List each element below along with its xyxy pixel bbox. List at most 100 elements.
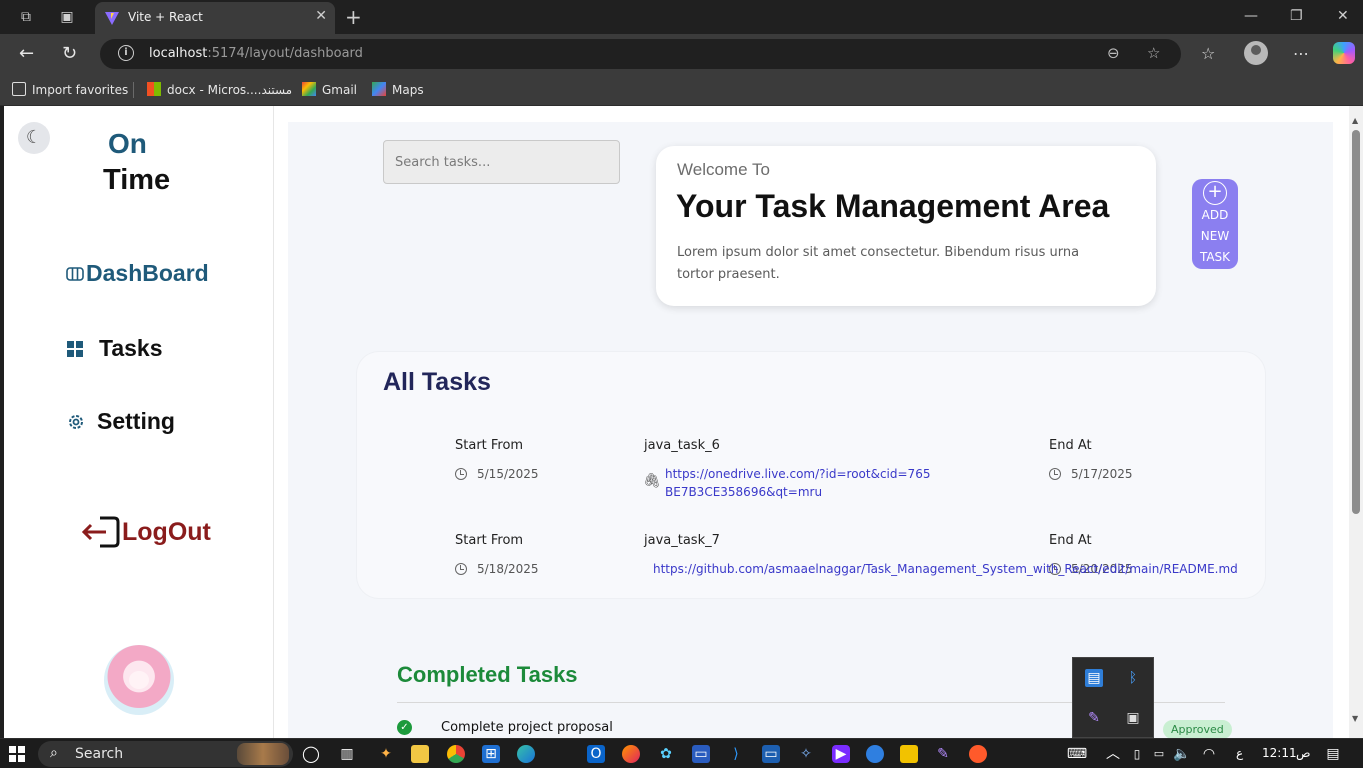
clock-time[interactable]: 12:11 — [1262, 746, 1297, 760]
page-title: Your Task Management Area — [676, 188, 1110, 224]
more-options-icon[interactable]: ⋯ — [1293, 44, 1309, 63]
language-indicator[interactable]: ع — [1236, 746, 1243, 760]
list-item[interactable]: ✓ Complete project proposal — [397, 720, 613, 735]
restore-icon[interactable]: ❐ — [1290, 8, 1303, 24]
dark-mode-toggle-icon[interactable]: ☾ — [18, 122, 50, 154]
outlook-icon[interactable]: O — [587, 745, 605, 763]
power-bi-icon[interactable] — [900, 745, 918, 763]
add-new-task-button[interactable]: + ADD NEW TASK — [1192, 179, 1238, 269]
scroll-down-icon[interactable]: ▼ — [1352, 714, 1358, 723]
welcome-card: Welcome To Your Task Management Area Lor… — [656, 146, 1156, 306]
favorite-docx[interactable]: docx - Micros....مستند — [147, 82, 292, 97]
address-field[interactable]: i localhost:5174/layout/dashboard ⊖ ☆ — [100, 39, 1181, 69]
page-scrollbar[interactable]: ▲ ▼ — [1349, 106, 1363, 738]
file-explorer-icon[interactable] — [411, 745, 429, 763]
minimize-icon[interactable]: — — [1244, 8, 1258, 24]
display-app-icon[interactable]: ▣ — [1124, 709, 1142, 727]
vscode-icon[interactable]: ⟩ — [727, 745, 745, 763]
search-input[interactable] — [383, 140, 620, 184]
scroll-up-icon[interactable]: ▲ — [1352, 116, 1358, 125]
taskbar-search[interactable]: ⌕ Search — [38, 741, 293, 767]
window-close-icon[interactable]: ✕ — [1337, 8, 1349, 24]
plus-icon: + — [1203, 181, 1227, 205]
start-label: Start From — [455, 533, 524, 548]
app-icon[interactable]: ✿ — [657, 745, 675, 763]
gmail-icon — [302, 82, 316, 96]
favorite-star-icon[interactable]: ☆ — [1147, 44, 1160, 62]
edge-icon[interactable] — [517, 745, 535, 763]
profile-avatar[interactable] — [1244, 41, 1268, 65]
feather-app-icon[interactable]: ✎ — [934, 745, 952, 763]
workspaces-icon[interactable]: ⧉ — [17, 8, 35, 26]
logo-line-1: On — [108, 128, 147, 159]
tray-overflow-popup: ▤ ᛒ ✎ ▣ — [1072, 657, 1154, 738]
search-icon: ⌕ — [50, 745, 58, 761]
widgets-icon[interactable]: ▥ — [338, 745, 356, 763]
brave-icon[interactable] — [969, 745, 987, 763]
logout-button[interactable]: LogOut — [80, 514, 211, 550]
task-link[interactable]: https://onedrive.live.com/?id=root&cid=7… — [665, 465, 935, 501]
tab-close-icon[interactable]: ✕ — [315, 8, 327, 24]
end-label: End At — [1049, 438, 1092, 453]
microsoft-icon — [147, 82, 161, 96]
scroll-thumb[interactable] — [1352, 130, 1360, 514]
new-tab-button[interactable]: + — [345, 5, 362, 29]
task-name[interactable]: java_task_6 — [644, 438, 720, 453]
app-window-icon[interactable]: ▭ — [762, 745, 780, 763]
sidebar-item-dashboard[interactable]: DashBoard — [66, 260, 209, 287]
app-window-icon[interactable]: ▭ — [692, 745, 710, 763]
device-icon[interactable]: ▯ — [1128, 745, 1146, 763]
sidebar-item-label: Setting — [97, 408, 175, 434]
browser-tab[interactable]: Vite + React ✕ — [95, 2, 335, 34]
battery-icon[interactable]: ▭ — [1150, 745, 1168, 763]
show-hidden-icons-chevron-icon[interactable]: ︿ — [1104, 745, 1122, 763]
clock-ampm: ص — [1296, 746, 1311, 760]
sidebar-item-setting[interactable]: Setting — [66, 408, 175, 435]
chrome-icon[interactable] — [447, 745, 465, 763]
sidebar-item-label: DashBoard — [86, 260, 209, 286]
site-info-icon[interactable]: i — [118, 45, 134, 61]
page-viewport: ☾ On Time DashBoard Tasks Setting LogOut… — [0, 106, 1363, 738]
notifications-icon[interactable]: ▤ — [1324, 745, 1342, 763]
favorite-import[interactable]: Import favorites — [12, 82, 128, 97]
copilot-icon[interactable] — [1333, 42, 1355, 64]
vertical-tabs-icon[interactable]: ▣ — [58, 8, 76, 26]
favorite-maps[interactable]: Maps — [372, 82, 424, 97]
favorites-icon[interactable]: ☆ — [1201, 44, 1215, 63]
sidebar-item-tasks[interactable]: Tasks — [66, 335, 163, 362]
end-date-text: 5/17/2025 — [1071, 467, 1133, 481]
favorite-label: docx - Micros....مستند — [167, 83, 293, 97]
volume-icon[interactable]: 🔈 — [1173, 745, 1191, 763]
feather-app-icon[interactable]: ✎ — [1085, 709, 1103, 727]
task-link[interactable]: https://github.com/asmaaelnaggar/Task_Ma… — [653, 560, 1238, 578]
store-icon[interactable]: ⊞ — [482, 745, 500, 763]
all-tasks-title: All Tasks — [383, 368, 491, 396]
keyboard-icon[interactable]: ⌨ — [1066, 745, 1088, 763]
task-name[interactable]: java_task_7 — [644, 533, 720, 548]
check-circle-icon: ✓ — [397, 720, 412, 735]
back-arrow-icon[interactable]: ← — [19, 43, 34, 64]
status-badge: Approved — [1163, 720, 1232, 738]
app-icon[interactable]: ✧ — [797, 745, 815, 763]
browser-tab-bar: ⧉ ▣ Vite + React ✕ + — ❐ ✕ — [0, 0, 1363, 34]
zoom-out-icon[interactable]: ⊖ — [1107, 44, 1120, 62]
start-label: Start From — [455, 438, 524, 453]
media-player-icon[interactable]: ▶ — [832, 745, 850, 763]
user-avatar[interactable] — [104, 645, 174, 715]
bluetooth-icon[interactable]: ᛒ — [1124, 669, 1142, 687]
grid-icon — [67, 340, 83, 357]
network-app-icon[interactable]: ▤ — [1085, 669, 1103, 687]
url-text[interactable]: localhost:5174/layout/dashboard — [149, 46, 363, 61]
add-task-label: TASK — [1199, 250, 1231, 264]
firefox-icon[interactable] — [622, 745, 640, 763]
wifi-icon[interactable]: ◠ — [1200, 745, 1218, 763]
sidebar: ☾ On Time DashBoard Tasks Setting LogOut — [4, 106, 274, 738]
favorite-gmail[interactable]: Gmail — [302, 82, 357, 97]
task-view-icon[interactable]: ◯ — [302, 745, 320, 763]
windows-start-icon[interactable] — [9, 746, 25, 762]
copilot-app-icon[interactable]: ✦ — [377, 745, 395, 763]
reload-icon[interactable]: ↻ — [62, 43, 77, 64]
start-date: 5/15/2025 — [455, 467, 539, 481]
gear-icon — [69, 414, 83, 429]
app-circle-icon[interactable] — [866, 745, 884, 763]
